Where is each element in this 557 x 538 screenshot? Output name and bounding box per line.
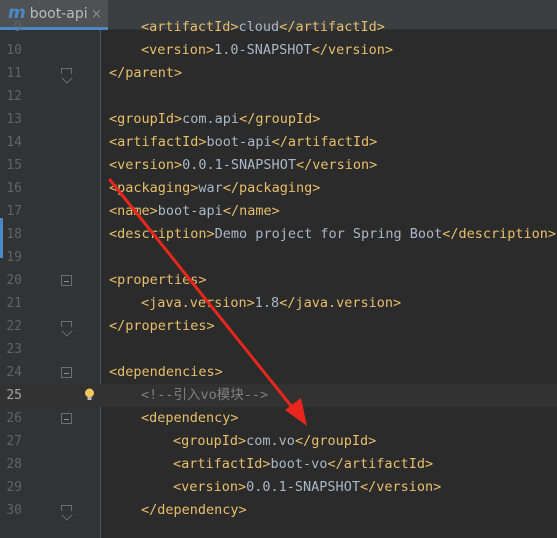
xml-text-value: boot-vo (270, 456, 328, 472)
xml-open-tag: <packaging> (109, 180, 199, 196)
line-number: 11 (6, 66, 22, 81)
xml-open-tag: <groupId> (109, 111, 183, 127)
code-line[interactable]: <dependencies> (109, 361, 223, 384)
line-number: 9 (14, 20, 22, 35)
line-number: 17 (6, 204, 22, 219)
xml-open-tag: <version> (173, 479, 247, 495)
fold-marker-icon[interactable] (61, 505, 72, 511)
code-line[interactable]: <properties> (109, 269, 207, 292)
xml-open-tag: <properties> (109, 272, 207, 288)
xml-open-tag: <description> (109, 226, 215, 242)
code-line[interactable]: <java.version>1.8</java.version> (141, 292, 401, 315)
line-number: 19 (6, 250, 22, 265)
line-number: 10 (6, 43, 22, 58)
fold-marker-icon[interactable] (61, 275, 72, 286)
xml-close-tag: </name> (222, 203, 280, 219)
code-line[interactable]: </properties> (109, 315, 215, 338)
line-number: 18 (6, 227, 22, 242)
xml-open-tag: <artifactId> (141, 19, 239, 35)
line-number: 15 (6, 158, 22, 173)
line-number: 27 (6, 434, 22, 449)
line-number: 22 (6, 319, 22, 334)
fold-marker-icon[interactable] (61, 68, 72, 74)
line-number: 16 (6, 181, 22, 196)
code-line[interactable]: <dependency> (141, 407, 239, 430)
fold-marker-icon[interactable] (61, 367, 72, 378)
xml-close-tag: </description> (442, 226, 557, 242)
xml-text-value: com.vo (246, 433, 295, 449)
xml-close-tag: </version> (359, 479, 442, 495)
xml-open-tag: <artifactId> (109, 134, 207, 150)
code-line[interactable]: <!--引入vo模块--> (141, 384, 268, 407)
line-number: 13 (6, 112, 22, 127)
code-line[interactable]: <artifactId>boot-api</artifactId> (109, 131, 377, 154)
code-line[interactable]: <artifactId>boot-vo</artifactId> (173, 453, 433, 476)
gutter-separator (100, 30, 101, 538)
xml-text-value: boot-api (157, 203, 223, 219)
line-number: 28 (6, 457, 22, 472)
tab-title: boot-api (29, 5, 88, 22)
code-line[interactable]: <version>0.0.1-SNAPSHOT</version> (109, 154, 377, 177)
xml-close-tag: </groupId> (239, 111, 321, 127)
xml-open-tag: <name> (109, 203, 158, 219)
xml-close-tag: </java.version> (279, 295, 402, 311)
xml-close-tag: </artifactId> (271, 134, 378, 150)
xml-text-value: 0.0.1-SNAPSHOT (246, 479, 360, 495)
xml-text-value: war (198, 180, 223, 196)
xml-close-tag: </artifactId> (327, 456, 434, 472)
line-number: 23 (6, 342, 22, 357)
xml-text-value: 1.0-SNAPSHOT (214, 42, 312, 58)
xml-open-tag: </properties> (109, 318, 215, 334)
xml-open-tag: <artifactId> (173, 456, 271, 472)
xml-open-tag: <version> (109, 157, 183, 173)
xml-close-tag: </groupId> (294, 433, 377, 449)
xml-close-tag: </artifactId> (279, 19, 385, 35)
xml-text-value: 1.8 (254, 295, 280, 311)
xml-open-tag: <dependency> (141, 410, 239, 426)
code-line[interactable]: </dependency> (141, 499, 247, 522)
code-line[interactable]: <groupId>com.vo</groupId> (173, 430, 376, 453)
line-number: 20 (6, 273, 22, 288)
xml-text-value: com.api (182, 111, 240, 127)
fold-marker-icon[interactable] (61, 321, 72, 327)
code-line[interactable]: <packaging>war</packaging> (109, 177, 320, 200)
xml-open-tag: <dependencies> (109, 364, 223, 380)
fold-marker-icon[interactable] (61, 413, 72, 424)
code-line[interactable]: <name>boot-api</name> (109, 200, 280, 223)
line-number: 14 (6, 135, 22, 150)
xml-text-value: boot-api (206, 134, 272, 150)
line-number: 30 (6, 503, 22, 518)
line-number: 12 (6, 89, 22, 104)
xml-close-tag: </version> (295, 157, 378, 173)
xml-text-value: 0.0.1-SNAPSHOT (182, 157, 296, 173)
xml-open-tag: </dependency> (141, 502, 247, 518)
xml-close-tag: </packaging> (222, 180, 321, 196)
xml-comment: <!--引入vo模块--> (141, 387, 269, 403)
xml-open-tag: <groupId> (173, 433, 247, 449)
code-line[interactable]: <version>1.0-SNAPSHOT</version> (141, 39, 393, 62)
code-line[interactable]: <version>0.0.1-SNAPSHOT</version> (173, 476, 441, 499)
xml-text-value: Demo project for Spring Boot (214, 226, 443, 242)
line-number: 29 (6, 480, 22, 495)
code-line[interactable]: <groupId>com.api</groupId> (109, 108, 320, 131)
line-number: 25 (6, 388, 22, 403)
code-line[interactable]: <artifactId>cloud</artifactId> (141, 16, 385, 39)
line-number: 24 (6, 365, 22, 380)
xml-open-tag: <version> (141, 42, 215, 58)
close-icon[interactable]: × (91, 8, 102, 21)
code-line[interactable]: </parent> (109, 62, 182, 85)
line-number: 26 (6, 411, 22, 426)
lightbulb-icon[interactable] (84, 388, 95, 401)
xml-close-tag: </version> (311, 42, 393, 58)
xml-text-value: cloud (238, 19, 280, 35)
code-line[interactable]: <description>Demo project for Spring Boo… (109, 223, 556, 246)
xml-open-tag: </parent> (109, 65, 183, 81)
line-number: 21 (6, 296, 22, 311)
xml-open-tag: <java.version> (141, 295, 255, 311)
